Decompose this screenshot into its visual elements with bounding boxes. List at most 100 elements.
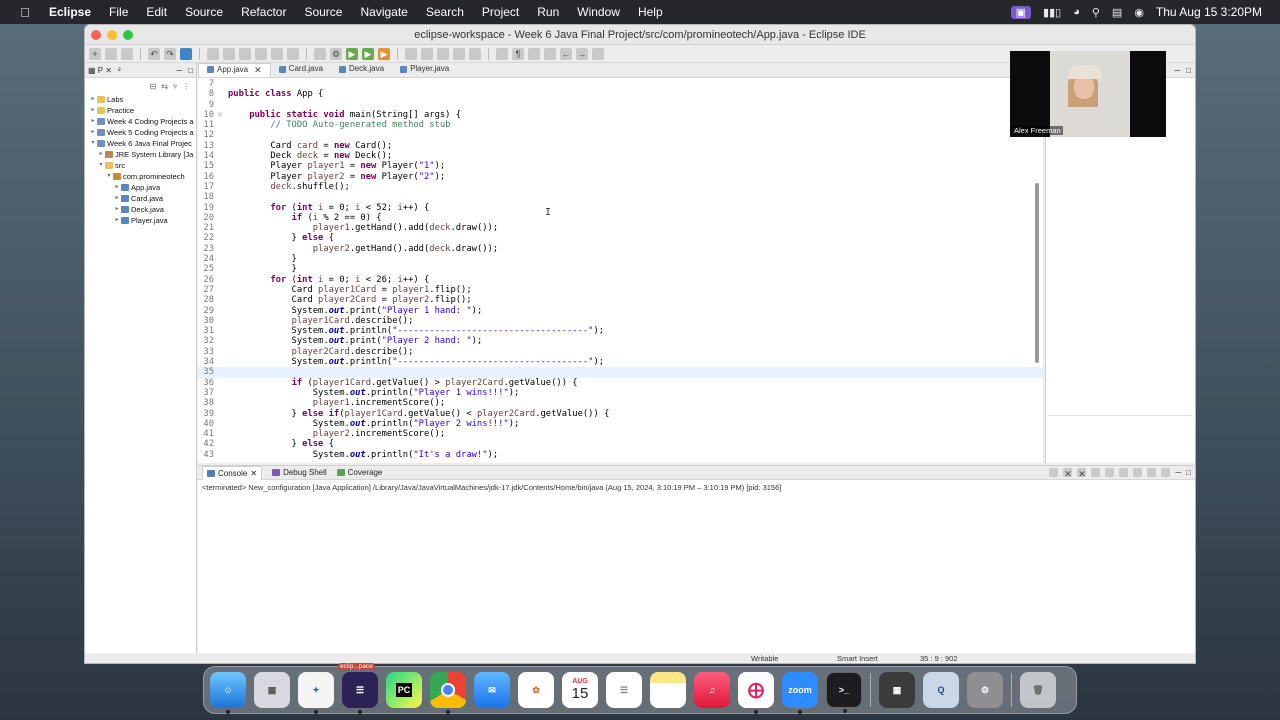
- code-line[interactable]: 18: [198, 192, 1043, 202]
- fold-icon[interactable]: [218, 398, 228, 408]
- menu-source[interactable]: Source: [185, 5, 223, 19]
- previous-annotation-icon[interactable]: [544, 47, 556, 60]
- fold-icon[interactable]: [218, 347, 228, 357]
- tree-item[interactable]: ▾ src: [85, 160, 196, 171]
- battery-icon[interactable]: ▮▮▯: [1043, 6, 1061, 19]
- tree-expand-icon[interactable]: ▸: [113, 182, 121, 193]
- maximize-view-icon[interactable]: □: [188, 66, 193, 75]
- apple-menu-icon[interactable]: : [10, 5, 40, 20]
- notes-icon[interactable]: [650, 672, 686, 708]
- toggle-mark-occurrences-icon[interactable]: [496, 47, 508, 60]
- tab-hierarchy[interactable]: ²: [118, 66, 121, 75]
- display-console-icon[interactable]: [1147, 468, 1157, 477]
- fold-icon[interactable]: [218, 336, 228, 346]
- mail-icon[interactable]: ✉: [474, 672, 510, 708]
- code-line[interactable]: 28 Card player2Card = player2.flip();: [198, 295, 1043, 305]
- maximize-view-icon[interactable]: □: [1186, 66, 1191, 75]
- siri-icon[interactable]: ◉: [1134, 6, 1144, 19]
- terminate-console-icon[interactable]: [1049, 468, 1059, 477]
- minimize-view-icon[interactable]: ─: [1175, 468, 1181, 477]
- tree-item[interactable]: ▸ App.java: [85, 182, 196, 193]
- fold-icon[interactable]: [218, 254, 228, 264]
- menu-run[interactable]: Run: [537, 5, 559, 19]
- code-line[interactable]: 15 Player player1 = new Player("1");: [198, 161, 1043, 171]
- next-annotation-icon[interactable]: [528, 47, 540, 60]
- quicktime-icon[interactable]: Q: [923, 672, 959, 708]
- step-over-icon[interactable]: [271, 47, 283, 60]
- tree-expand-icon[interactable]: ▸: [97, 149, 105, 160]
- code-line[interactable]: 13 Card card = new Card();: [198, 141, 1043, 151]
- fold-icon[interactable]: [218, 357, 228, 367]
- remove-launch-icon[interactable]: ✕: [1063, 468, 1073, 479]
- tree-expand-icon[interactable]: ▾: [97, 160, 105, 171]
- menubar-clock[interactable]: Thu Aug 15 3:20PM: [1156, 5, 1262, 19]
- fold-icon[interactable]: [218, 285, 228, 295]
- code-line[interactable]: 24 }: [198, 254, 1043, 264]
- tree-expand-icon[interactable]: ▸: [89, 94, 97, 105]
- launchpad-icon[interactable]: ▦: [254, 672, 290, 708]
- fold-icon[interactable]: [218, 120, 228, 130]
- code-line[interactable]: 12: [198, 130, 1043, 140]
- pycharm-icon[interactable]: PC: [386, 672, 422, 708]
- terminal-icon[interactable]: [180, 47, 192, 60]
- code-line[interactable]: 20 if (i % 2 == 0) {: [198, 213, 1043, 223]
- code-line[interactable]: 43 System.out.println("It's a draw!");: [198, 450, 1043, 460]
- music-icon[interactable]: ♫: [694, 672, 730, 708]
- fold-icon[interactable]: [218, 161, 228, 171]
- word-wrap-icon[interactable]: [1119, 468, 1129, 477]
- fold-icon[interactable]: [218, 316, 228, 326]
- fold-icon[interactable]: [218, 409, 228, 419]
- back-icon[interactable]: ←: [560, 47, 572, 60]
- code-line[interactable]: 16 Player player2 = new Player("2");: [198, 172, 1043, 182]
- show-whitespace-icon[interactable]: ¶: [512, 47, 524, 60]
- tree-item[interactable]: ▾ Week 6 Java Final Projec: [85, 138, 196, 149]
- slack-icon[interactable]: ⨁: [738, 672, 774, 714]
- python-icon[interactable]: ✦: [298, 672, 334, 714]
- tab-package-explorer[interactable]: ▦ P ✕: [88, 66, 112, 75]
- screen-record-icon[interactable]: ▣: [1010, 5, 1032, 19]
- fold-icon[interactable]: [218, 172, 228, 182]
- terminal-app-icon[interactable]: >_: [826, 672, 862, 713]
- trash-icon[interactable]: 🗑: [1020, 672, 1056, 708]
- new-class-icon[interactable]: [437, 47, 449, 60]
- zoom-icon[interactable]: zoom: [782, 672, 818, 714]
- fold-icon[interactable]: [218, 79, 228, 89]
- editor-scrollbar[interactable]: [1035, 183, 1039, 363]
- code-line[interactable]: 8 public class App {: [198, 89, 1043, 99]
- eclipse-icon[interactable]: ☰ eclip...pace: [338, 663, 378, 714]
- tree-expand-icon[interactable]: ▾: [105, 171, 113, 182]
- remove-all-terminated-icon[interactable]: ✕: [1077, 468, 1087, 479]
- menu-refactor[interactable]: Refactor: [241, 5, 286, 19]
- code-line[interactable]: 23 player2.getHand().add(deck.draw());: [198, 244, 1043, 254]
- code-line[interactable]: 32 System.out.print("Player 2 hand: ");: [198, 336, 1043, 346]
- code-line[interactable]: 36 if (player1Card.getValue() > player2C…: [198, 378, 1043, 388]
- fold-icon[interactable]: [218, 326, 228, 336]
- new-icon[interactable]: +: [89, 47, 101, 60]
- calculator-icon[interactable]: ▦: [879, 672, 915, 708]
- fold-icon[interactable]: [218, 306, 228, 316]
- maximize-view-icon[interactable]: □: [1186, 468, 1191, 477]
- code-line[interactable]: 41 player2.incrementScore();: [198, 429, 1043, 439]
- run-icon[interactable]: ▶: [346, 47, 358, 60]
- control-center-icon[interactable]: ▤: [1112, 6, 1122, 19]
- link-editor-icon[interactable]: ⇆: [161, 82, 168, 91]
- fold-icon[interactable]: [218, 130, 228, 140]
- resume-icon[interactable]: [207, 47, 219, 60]
- fold-icon[interactable]: [218, 429, 228, 439]
- tab-coverage[interactable]: Coverage: [336, 468, 382, 477]
- fold-icon[interactable]: [218, 367, 228, 377]
- code-line[interactable]: 39 } else if(player1Card.getValue() < pl…: [198, 409, 1043, 419]
- redo-icon[interactable]: ↷: [164, 47, 176, 60]
- suspend-icon[interactable]: [223, 47, 235, 60]
- step-return-icon[interactable]: [287, 47, 299, 60]
- clear-console-icon[interactable]: [1091, 468, 1101, 477]
- terminate-icon[interactable]: [239, 47, 251, 60]
- tree-expand-icon[interactable]: ▸: [113, 215, 121, 226]
- collapse-all-icon[interactable]: ⊟: [150, 82, 157, 91]
- code-line[interactable]: 10 ⊖ public static void main(String[] arg…: [198, 110, 1043, 120]
- new-package-icon[interactable]: [421, 47, 433, 60]
- fold-icon[interactable]: [218, 419, 228, 429]
- close-icon[interactable]: ✕: [105, 66, 112, 75]
- scroll-lock-icon[interactable]: [1105, 468, 1115, 477]
- view-menu-icon[interactable]: ⋮: [182, 82, 190, 91]
